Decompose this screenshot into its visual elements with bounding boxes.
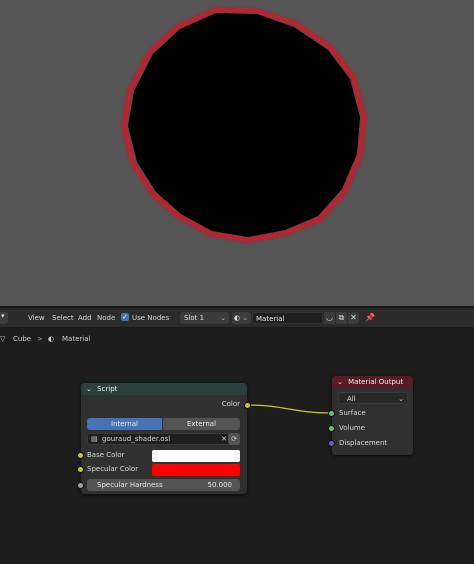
displacement-label: Displacement <box>339 439 388 447</box>
target-dropdown[interactable]: All ⌄ <box>338 392 408 404</box>
script-file-field[interactable]: ▤ gouraud_shader.osl ✕ <box>87 433 232 445</box>
mode-internal-button[interactable]: Internal <box>87 418 162 430</box>
script-node-title: Script <box>97 385 118 393</box>
volume-input-socket[interactable] <box>328 425 335 432</box>
reload-script-icon[interactable]: ⟳ <box>228 433 240 445</box>
chevron-down-icon: ⌄ <box>398 395 404 403</box>
specular-hardness-label: Specular Hardness <box>97 481 163 489</box>
clear-field-close-icon[interactable]: ✕ <box>221 435 227 443</box>
base-color-swatch[interactable] <box>152 450 240 462</box>
target-value: All <box>347 395 356 403</box>
specular-color-input-socket[interactable] <box>77 466 84 473</box>
surface-input-socket[interactable] <box>328 410 335 417</box>
specular-hardness-input-socket[interactable] <box>77 482 84 489</box>
text-file-icon: ▤ <box>91 435 98 443</box>
specular-color-label: Specular Color <box>87 465 139 473</box>
volume-label: Volume <box>339 424 366 432</box>
color-output-socket[interactable] <box>244 402 251 409</box>
script-node-header[interactable]: ⌄ Script <box>81 383 247 395</box>
specular-color-swatch[interactable] <box>152 464 240 476</box>
surface-label: Surface <box>339 409 366 417</box>
displacement-input-socket[interactable] <box>328 440 335 447</box>
script-output-color-label: Color <box>221 400 240 408</box>
specular-hardness-slider[interactable]: Specular Hardness 50.000 <box>87 479 240 491</box>
collapse-chevron-icon[interactable]: ⌄ <box>337 378 343 386</box>
script-node[interactable]: ⌄ Script Color Internal External ▤ goura… <box>81 383 247 494</box>
script-file-name: gouraud_shader.osl <box>102 435 171 443</box>
mode-external-button[interactable]: External <box>163 418 240 430</box>
base-color-input-socket[interactable] <box>77 452 84 459</box>
base-color-label: Base Color <box>87 451 125 459</box>
material-output-title: Material Output <box>348 378 404 386</box>
collapse-chevron-icon[interactable]: ⌄ <box>86 385 92 393</box>
material-output-node[interactable]: ⌄ Material Output All ⌄ Surface Volume D… <box>332 376 413 455</box>
specular-hardness-value: 50.000 <box>207 481 233 489</box>
material-output-header[interactable]: ⌄ Material Output <box>332 376 413 388</box>
